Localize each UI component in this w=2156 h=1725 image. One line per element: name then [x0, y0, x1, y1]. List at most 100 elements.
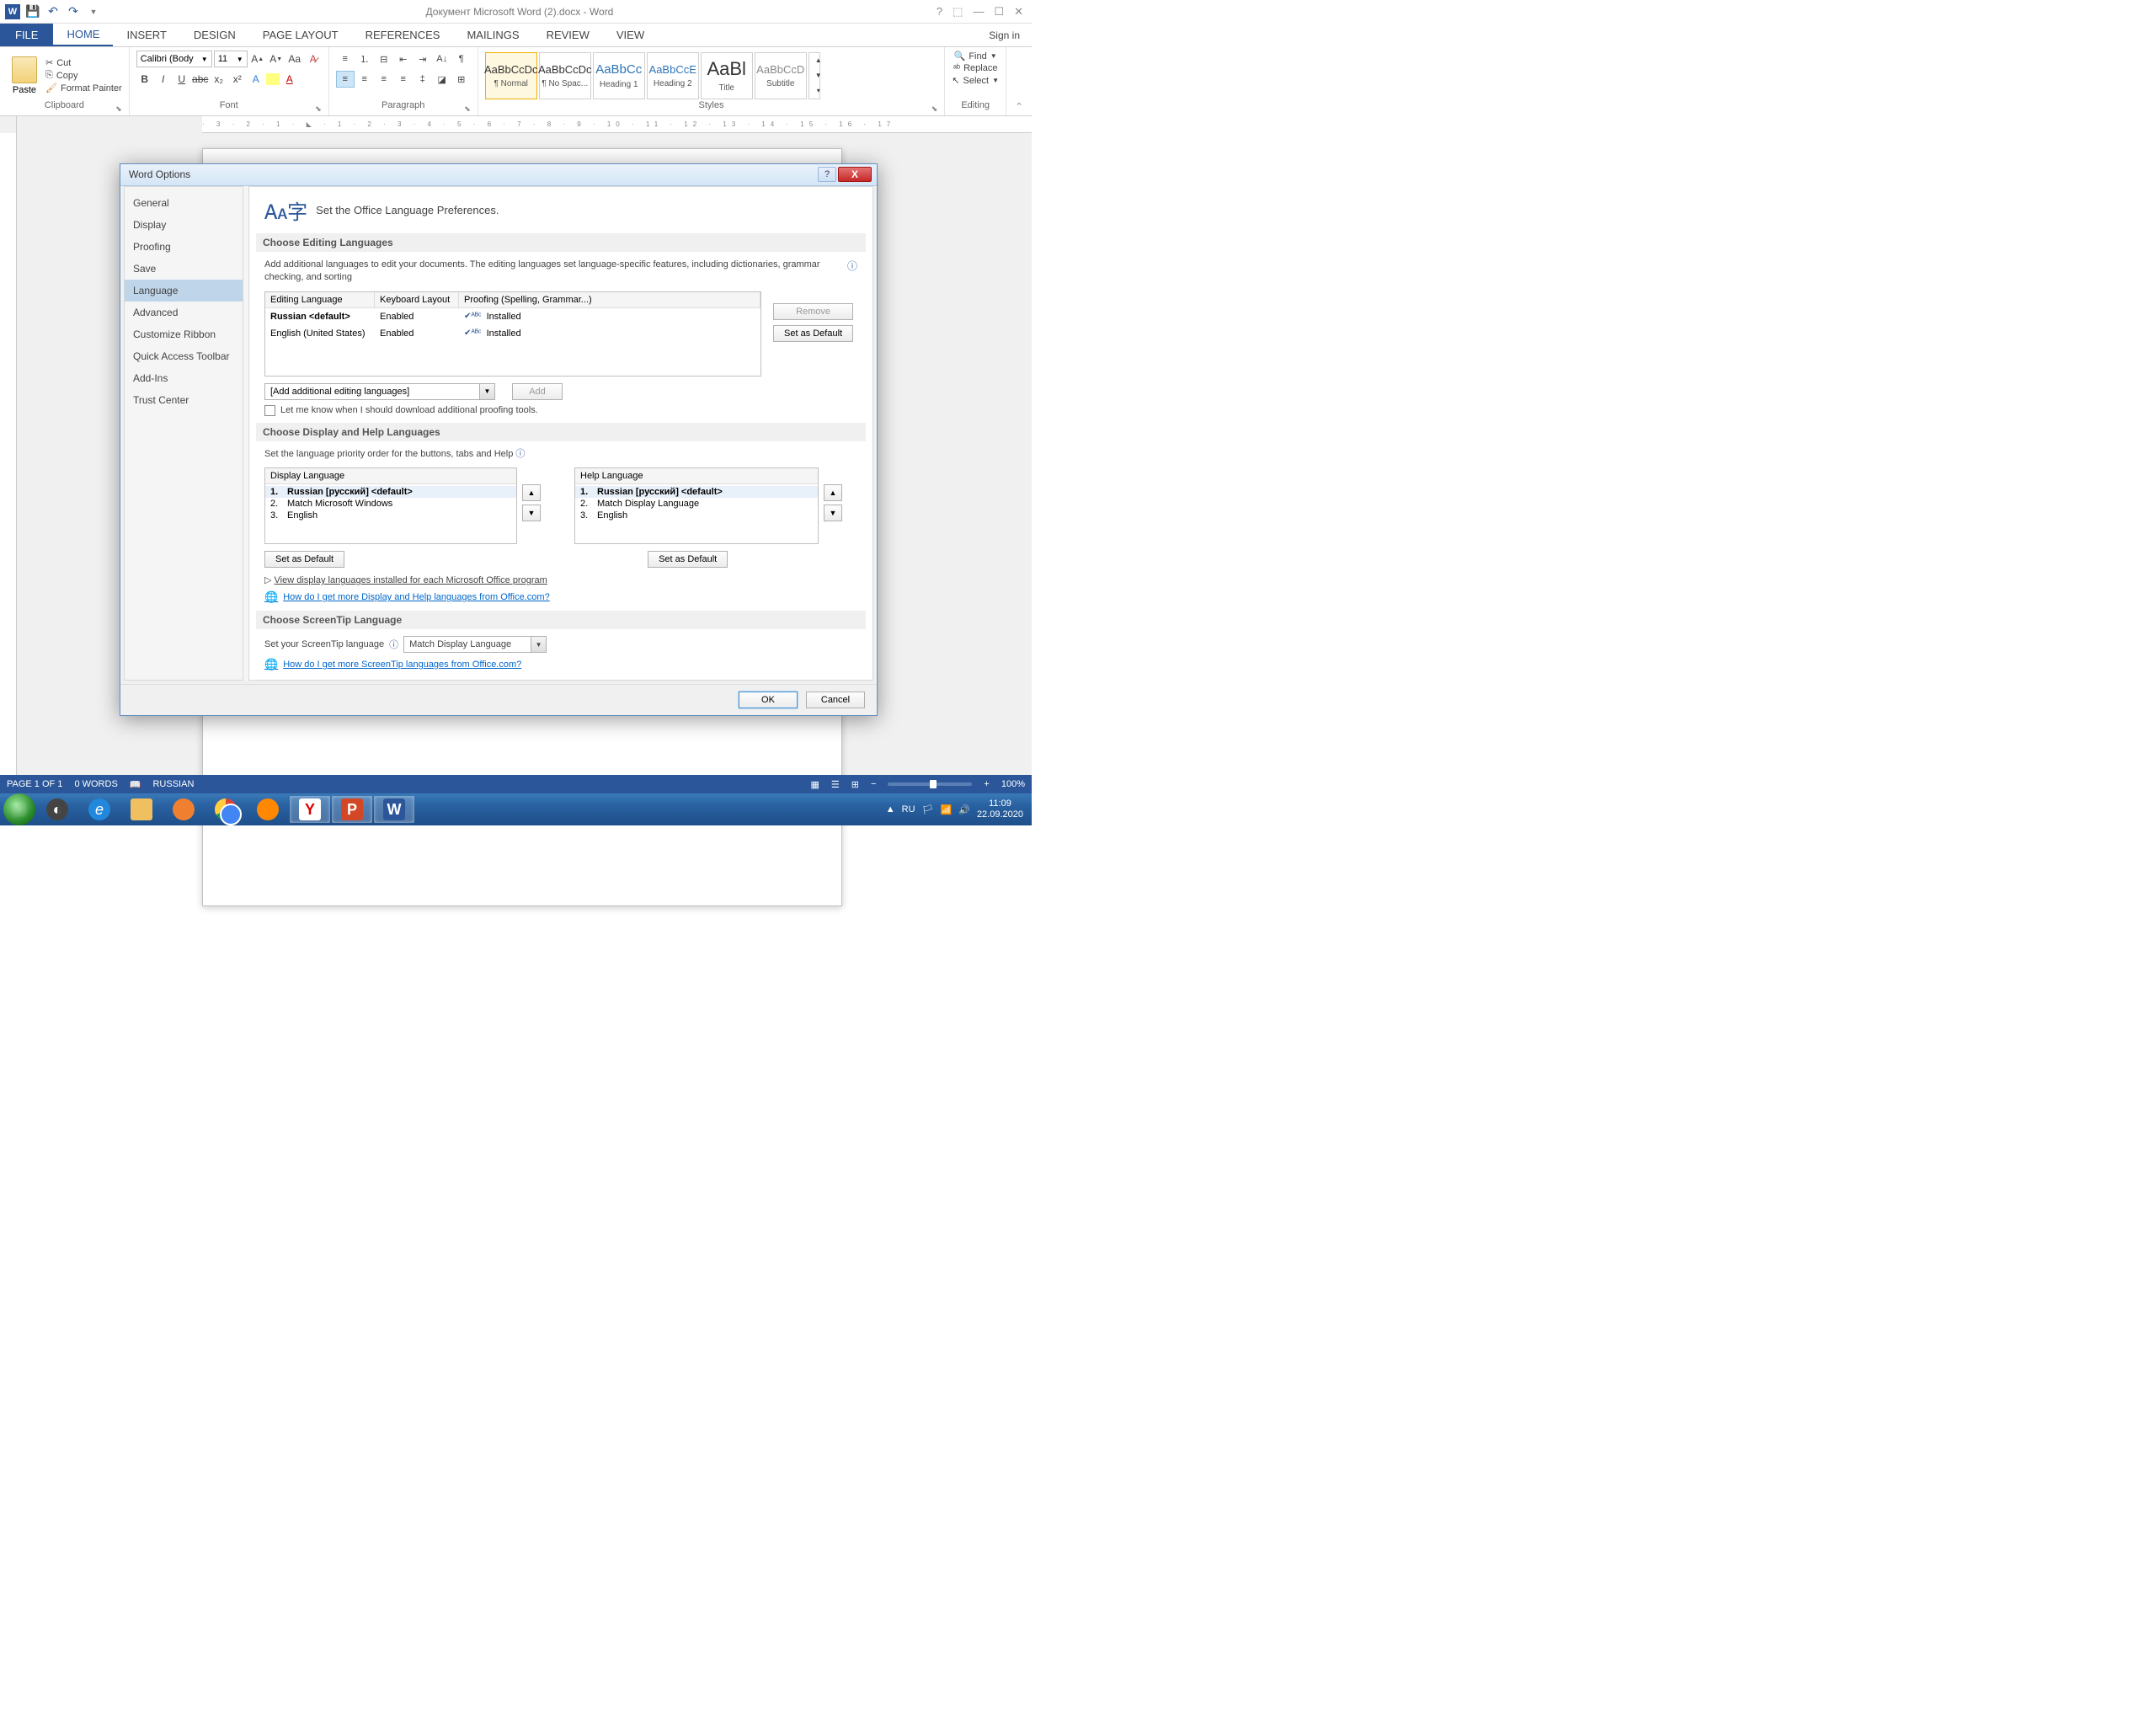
close-icon[interactable]: ✕	[1014, 5, 1023, 19]
taskbar-yandex[interactable]: ◐	[37, 796, 77, 823]
list-item[interactable]: 1.Russian [русский] <default>	[575, 486, 818, 498]
print-layout-view-icon[interactable]: ▦	[810, 779, 819, 790]
undo-icon[interactable]: ↶	[44, 3, 62, 21]
shrink-font-icon[interactable]: A▼	[268, 51, 285, 67]
tab-review[interactable]: REVIEW	[533, 24, 603, 46]
collapse-ribbon-icon[interactable]: ⌃	[1015, 101, 1022, 112]
table-row[interactable]: Russian <default> Enabled ✔ᴬᴮᶜInstalled	[265, 308, 760, 325]
tab-file[interactable]: FILE	[0, 24, 53, 46]
italic-icon[interactable]: I	[155, 71, 172, 88]
highlight-icon[interactable]	[266, 73, 280, 85]
format-painter-button[interactable]: 🖌Format Painter	[45, 83, 122, 93]
nav-language[interactable]: Language	[125, 280, 243, 302]
increase-indent-icon[interactable]: ⇥	[414, 51, 432, 67]
nav-addins[interactable]: Add-Ins	[125, 367, 243, 389]
sign-in-link[interactable]: Sign in	[977, 24, 1032, 46]
help-icon[interactable]: ?	[937, 5, 942, 19]
styles-expand-icon[interactable]: ▾	[809, 83, 828, 99]
shading-icon[interactable]: ◪	[433, 71, 451, 88]
find-button[interactable]: 🔍Find ▼	[954, 51, 997, 61]
show-marks-icon[interactable]: ¶	[452, 51, 471, 67]
line-spacing-icon[interactable]: ‡	[414, 71, 432, 88]
more-screentip-languages-link[interactable]: How do I get more ScreenTip languages fr…	[283, 660, 521, 670]
taskbar-chrome[interactable]	[205, 796, 246, 823]
ok-button[interactable]: OK	[739, 692, 798, 708]
underline-icon[interactable]: U	[173, 71, 190, 88]
zoom-in-icon[interactable]: +	[984, 779, 989, 789]
list-item[interactable]: 1.Russian [русский] <default>	[265, 486, 516, 498]
paragraph-launcher-icon[interactable]: ⬊	[464, 104, 471, 114]
numbering-icon[interactable]: ⒈	[355, 51, 374, 67]
read-mode-view-icon[interactable]: ☰	[831, 779, 840, 790]
align-right-icon[interactable]: ≡	[375, 71, 393, 88]
chevron-down-icon[interactable]: ▼	[479, 384, 494, 399]
maximize-icon[interactable]: ☐	[994, 5, 1004, 19]
dialog-help-icon[interactable]: ?	[818, 167, 836, 182]
tab-view[interactable]: VIEW	[603, 24, 658, 46]
bold-icon[interactable]: B	[136, 71, 153, 88]
bullets-icon[interactable]: ≡	[336, 51, 355, 67]
more-display-languages-link[interactable]: How do I get more Display and Help langu…	[283, 592, 550, 602]
tab-design[interactable]: DESIGN	[180, 24, 249, 46]
strikethrough-icon[interactable]: abc	[192, 71, 209, 88]
web-layout-view-icon[interactable]: ⊞	[851, 779, 859, 790]
font-size-combo[interactable]: 11 ▼	[214, 51, 248, 67]
spell-check-icon[interactable]: 📖	[130, 779, 141, 790]
select-button[interactable]: ↖Select ▼	[952, 75, 999, 86]
table-row[interactable]: English (United States) Enabled ✔ᴬᴮᶜInst…	[265, 325, 760, 342]
info-icon[interactable]: ⓘ	[515, 449, 525, 459]
info-icon[interactable]: ⓘ	[847, 259, 857, 273]
style-heading1[interactable]: AaBbCcHeading 1	[593, 52, 645, 99]
move-up-icon[interactable]: ▲	[522, 484, 541, 501]
horizontal-ruler[interactable]: · 3 · 2 · 1 · ◣ · 1 · 2 · 3 · 4 · 5 · 6 …	[202, 116, 1032, 133]
nav-customize-ribbon[interactable]: Customize Ribbon	[125, 323, 243, 345]
language-status[interactable]: RUSSIAN	[152, 779, 194, 789]
align-left-icon[interactable]: ≡	[336, 71, 355, 88]
tab-mailings[interactable]: MAILINGS	[453, 24, 532, 46]
dialog-close-icon[interactable]: X	[838, 167, 872, 182]
tray-expand-icon[interactable]: ▲	[886, 804, 895, 814]
zoom-slider[interactable]	[888, 782, 972, 786]
redo-icon[interactable]: ↷	[64, 3, 83, 21]
display-set-default-button[interactable]: Set as Default	[264, 551, 344, 568]
list-item[interactable]: 2.Match Display Language	[575, 498, 818, 510]
taskbar-media-player[interactable]	[163, 796, 204, 823]
taskbar-yandex-browser[interactable]: Y	[290, 796, 330, 823]
screentip-combo[interactable]: Match Display Language ▼	[403, 636, 547, 653]
vertical-ruler[interactable]	[0, 133, 17, 804]
remove-button[interactable]: Remove	[773, 303, 853, 320]
superscript-icon[interactable]: x²	[229, 71, 246, 88]
multilevel-icon[interactable]: ⊟	[375, 51, 393, 67]
style-no-spacing[interactable]: AaBbCcDc¶ No Spac...	[539, 52, 591, 99]
taskbar-app[interactable]	[248, 796, 288, 823]
move-up-icon[interactable]: ▲	[824, 484, 842, 501]
taskbar-word[interactable]: W	[374, 796, 414, 823]
tab-home[interactable]: HOME	[53, 24, 113, 46]
style-subtitle[interactable]: AaBbCcDSubtitle	[755, 52, 807, 99]
info-icon[interactable]: ⓘ	[389, 638, 398, 651]
clipboard-launcher-icon[interactable]: ⬊	[115, 104, 122, 114]
nav-advanced[interactable]: Advanced	[125, 302, 243, 323]
tray-volume-icon[interactable]: 🔊	[958, 804, 970, 815]
taskbar-explorer[interactable]	[121, 796, 162, 823]
text-effects-icon[interactable]: A	[248, 71, 264, 88]
style-title[interactable]: AaBlTitle	[701, 52, 753, 99]
tab-page-layout[interactable]: PAGE LAYOUT	[249, 24, 352, 46]
page-count[interactable]: PAGE 1 OF 1	[7, 779, 62, 789]
ribbon-display-icon[interactable]: ⬚	[953, 5, 963, 19]
replace-button[interactable]: ᵃᵇReplace	[953, 63, 998, 73]
paste-button[interactable]: Paste	[7, 55, 42, 97]
change-case-icon[interactable]: Aa	[286, 51, 303, 67]
nav-save[interactable]: Save	[125, 258, 243, 280]
zoom-out-icon[interactable]: −	[871, 779, 876, 789]
nav-trust-center[interactable]: Trust Center	[125, 389, 243, 411]
move-down-icon[interactable]: ▼	[522, 505, 541, 521]
save-icon[interactable]: 💾	[24, 3, 42, 21]
grow-font-icon[interactable]: A▲	[249, 51, 266, 67]
font-color-icon[interactable]: A	[281, 71, 298, 88]
list-item[interactable]: 3.English	[265, 510, 516, 521]
styles-launcher-icon[interactable]: ⬊	[931, 104, 938, 114]
justify-icon[interactable]: ≡	[394, 71, 413, 88]
list-item[interactable]: 3.English	[575, 510, 818, 521]
view-installed-languages-link[interactable]: ▷ View display languages installed for e…	[264, 574, 857, 585]
